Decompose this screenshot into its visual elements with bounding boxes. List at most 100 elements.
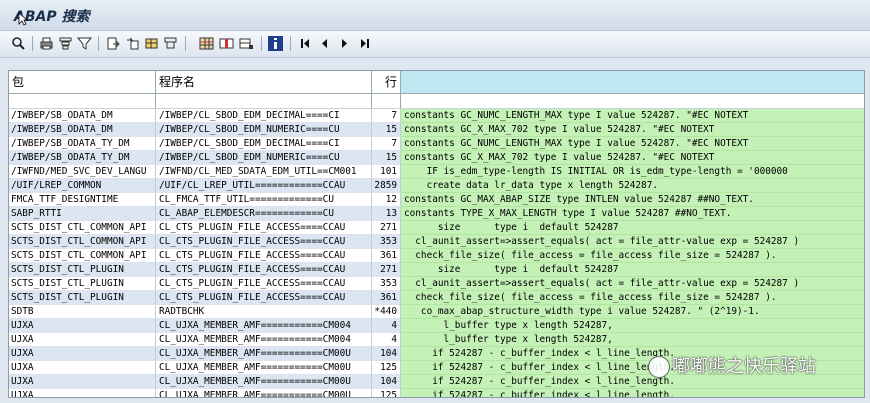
- cell-package[interactable]: SDTB: [9, 305, 156, 319]
- cell-line[interactable]: 101: [372, 165, 401, 179]
- table-row[interactable]: UJXA CL_UJXA_MEMBER_AMF===========CM00U 12…: [9, 389, 864, 397]
- cell-code[interactable]: size type i default 524287: [401, 221, 864, 235]
- cell-program[interactable]: CL_UJXA_MEMBER_AMF===========CM004: [156, 333, 372, 347]
- table-row[interactable]: /IWBEP/SB_ODATA_TY_DM/IWBEP/CL_SBOD_EDM_…: [9, 151, 864, 165]
- cell-program[interactable]: CL_FMCA_TTF_UTIL=============CU: [156, 193, 372, 207]
- column-icon[interactable]: [219, 36, 234, 51]
- table-row[interactable]: /IWBEP/SB_ODATA_TY_DM/IWBEP/CL_SBOD_EDM_…: [9, 137, 864, 151]
- cell-line[interactable]: 361: [372, 291, 401, 305]
- cell-code[interactable]: constants GC_NUMC_LENGTH_MAX type I valu…: [401, 137, 864, 151]
- local-file-icon[interactable]: [125, 36, 140, 51]
- cell-package[interactable]: SCTS_DIST_CTL_PLUGIN: [9, 291, 156, 305]
- cell-program[interactable]: CL_UJXA_MEMBER_AMF===========CM004: [156, 319, 372, 333]
- next-page-icon[interactable]: [337, 36, 352, 51]
- table-row[interactable]: /IWBEP/SB_ODATA_DM/IWBEP/CL_SBOD_EDM_NUM…: [9, 123, 864, 137]
- column-header-line[interactable]: 行: [372, 71, 401, 93]
- cell-code[interactable]: cl_aunit_assert=>assert_equals( act = fi…: [401, 235, 864, 249]
- cell-program[interactable]: CL_CTS_PLUGIN_FILE_ACCESS====CCAU: [156, 291, 372, 305]
- grid-icon[interactable]: [199, 36, 214, 51]
- cell-program[interactable]: CL_UJXA_MEMBER_AMF===========CM00U: [156, 347, 372, 361]
- sum-icon[interactable]: [239, 36, 254, 51]
- cell-code[interactable]: IF is_edm_type-length IS INITIAL OR is_e…: [401, 165, 864, 179]
- cell-code[interactable]: constants GC_X_MAX_702 type I value 5242…: [401, 151, 864, 165]
- table-row[interactable]: SDTB RADTBCHK *440 co_max_abap_structure_w…: [9, 305, 864, 319]
- cell-code[interactable]: l_buffer type x length 524287,: [401, 333, 864, 347]
- filter-set-icon[interactable]: [77, 36, 92, 51]
- table-row[interactable]: SCTS_DIST_CTL_COMMON_API CL_CTS_PLUGIN_FI…: [9, 249, 864, 263]
- cell-package[interactable]: SCTS_DIST_CTL_COMMON_API: [9, 235, 156, 249]
- cell-package[interactable]: SCTS_DIST_CTL_PLUGIN: [9, 263, 156, 277]
- cell-program[interactable]: RADTBCHK: [156, 305, 372, 319]
- cell-package[interactable]: /IWBEP/SB_ODATA_DM: [9, 109, 156, 123]
- cell-package[interactable]: UJXA: [9, 347, 156, 361]
- cell-package[interactable]: /IWBEP/SB_ODATA_DM: [9, 123, 156, 137]
- cell-code[interactable]: constants GC_NUMC_LENGTH_MAX type I valu…: [401, 109, 864, 123]
- table-row[interactable]: UJXA CL_UJXA_MEMBER_AMF===========CM004 4 …: [9, 333, 864, 347]
- cell-package[interactable]: SCTS_DIST_CTL_PLUGIN: [9, 277, 156, 291]
- layout-icon[interactable]: [163, 36, 178, 51]
- cell-package[interactable]: SABP_RTTI: [9, 207, 156, 221]
- last-page-icon[interactable]: [357, 36, 372, 51]
- column-header-program[interactable]: 程序名: [156, 71, 372, 93]
- table-row[interactable]: SCTS_DIST_CTL_PLUGIN CL_CTS_PLUGIN_FILE_A…: [9, 277, 864, 291]
- cell-line[interactable]: 13: [372, 207, 401, 221]
- cell-code[interactable]: cl_aunit_assert=>assert_equals( act = fi…: [401, 277, 864, 291]
- cell-line[interactable]: *440: [372, 305, 401, 319]
- cell-program[interactable]: CL_CTS_PLUGIN_FILE_ACCESS====CCAU: [156, 249, 372, 263]
- cell-program[interactable]: /IWBEP/CL_SBOD_EDM_DECIMAL====CI: [156, 109, 372, 123]
- cell-line[interactable]: 104: [372, 375, 401, 389]
- cell-code[interactable]: constants GC_X_MAX_702 type I value 5242…: [401, 123, 864, 137]
- cell-code[interactable]: create data lr_data type x length 524287…: [401, 179, 864, 193]
- cell-code[interactable]: if 524287 - c_buffer_index < l_line_leng…: [401, 389, 864, 397]
- cell-line[interactable]: 4: [372, 319, 401, 333]
- cell-program[interactable]: CL_UJXA_MEMBER_AMF===========CM00U: [156, 375, 372, 389]
- cell-package[interactable]: UJXA: [9, 389, 156, 397]
- cell-line[interactable]: 15: [372, 123, 401, 137]
- cell-program[interactable]: /IWBEP/CL_SBOD_EDM_NUMERIC====CU: [156, 151, 372, 165]
- cell-package[interactable]: /IWBEP/SB_ODATA_TY_DM: [9, 137, 156, 151]
- cell-program[interactable]: /IWBEP/CL_SBOD_EDM_DECIMAL====CI: [156, 137, 372, 151]
- cell-line[interactable]: 271: [372, 263, 401, 277]
- table-row[interactable]: /IWBEP/SB_ODATA_DM/IWBEP/CL_SBOD_EDM_DEC…: [9, 109, 864, 123]
- table-row[interactable]: FMCA_TTF_DESIGNTIME CL_FMCA_TTF_UTIL=====…: [9, 193, 864, 207]
- cell-line[interactable]: 125: [372, 389, 401, 397]
- cell-code[interactable]: constants TYPE_X_MAX_LENGTH type I value…: [401, 207, 864, 221]
- cell-line[interactable]: 361: [372, 249, 401, 263]
- column-header-package[interactable]: 包: [9, 71, 156, 93]
- previous-page-icon[interactable]: [317, 36, 332, 51]
- cell-program[interactable]: /IWFND/CL_MED_SDATA_EDM_UTIL==CM001: [156, 165, 372, 179]
- cell-code[interactable]: size type i default 524287: [401, 263, 864, 277]
- cell-line[interactable]: 15: [372, 151, 401, 165]
- cell-program[interactable]: CL_ABAP_ELEMDESCR============CU: [156, 207, 372, 221]
- cell-package[interactable]: UJXA: [9, 333, 156, 347]
- cell-code[interactable]: constants GC_MAX_ABAP_SIZE type INTLEN v…: [401, 193, 864, 207]
- table-row[interactable]: /IWFND/MED_SVC_DEV_LANGU/IWFND/CL_MED_SD…: [9, 165, 864, 179]
- cell-line[interactable]: 12: [372, 193, 401, 207]
- cell-code[interactable]: check_file_size( file_access = file_acce…: [401, 249, 864, 263]
- cell-program[interactable]: CL_CTS_PLUGIN_FILE_ACCESS====CCAU: [156, 277, 372, 291]
- cell-line[interactable]: 353: [372, 235, 401, 249]
- cell-package[interactable]: UJXA: [9, 361, 156, 375]
- cell-line[interactable]: 7: [372, 109, 401, 123]
- cell-line[interactable]: 7: [372, 137, 401, 151]
- cell-package[interactable]: /IWFND/MED_SVC_DEV_LANGU: [9, 165, 156, 179]
- refresh-icon[interactable]: [11, 36, 26, 51]
- print-icon[interactable]: [39, 36, 54, 51]
- cell-line[interactable]: 104: [372, 347, 401, 361]
- cell-package[interactable]: /UIF/LREP_COMMON: [9, 179, 156, 193]
- cell-program[interactable]: CL_UJXA_MEMBER_AMF===========CM00U: [156, 361, 372, 375]
- cell-code[interactable]: co_max_abap_structure_width type i value…: [401, 305, 864, 319]
- filter-icon[interactable]: [58, 36, 73, 51]
- cell-package[interactable]: UJXA: [9, 319, 156, 333]
- table-row[interactable]: /UIF/LREP_COMMON/UIF/CL_LREP_UTIL=======…: [9, 179, 864, 193]
- info-icon[interactable]: [268, 36, 283, 51]
- table-row[interactable]: SCTS_DIST_CTL_PLUGIN CL_CTS_PLUGIN_FILE_A…: [9, 263, 864, 277]
- table-row[interactable]: SCTS_DIST_CTL_COMMON_API CL_CTS_PLUGIN_FI…: [9, 235, 864, 249]
- table-row[interactable]: SCTS_DIST_CTL_PLUGIN CL_CTS_PLUGIN_FILE_A…: [9, 291, 864, 305]
- table-row[interactable]: UJXA CL_UJXA_MEMBER_AMF===========CM004 4 …: [9, 319, 864, 333]
- cell-program[interactable]: /IWBEP/CL_SBOD_EDM_NUMERIC====CU: [156, 123, 372, 137]
- cell-line[interactable]: 2859: [372, 179, 401, 193]
- table-row[interactable]: SCTS_DIST_CTL_COMMON_API CL_CTS_PLUGIN_FI…: [9, 221, 864, 235]
- cell-package[interactable]: /IWBEP/SB_ODATA_TY_DM: [9, 151, 156, 165]
- cell-program[interactable]: /UIF/CL_LREP_UTIL============CCAU: [156, 179, 372, 193]
